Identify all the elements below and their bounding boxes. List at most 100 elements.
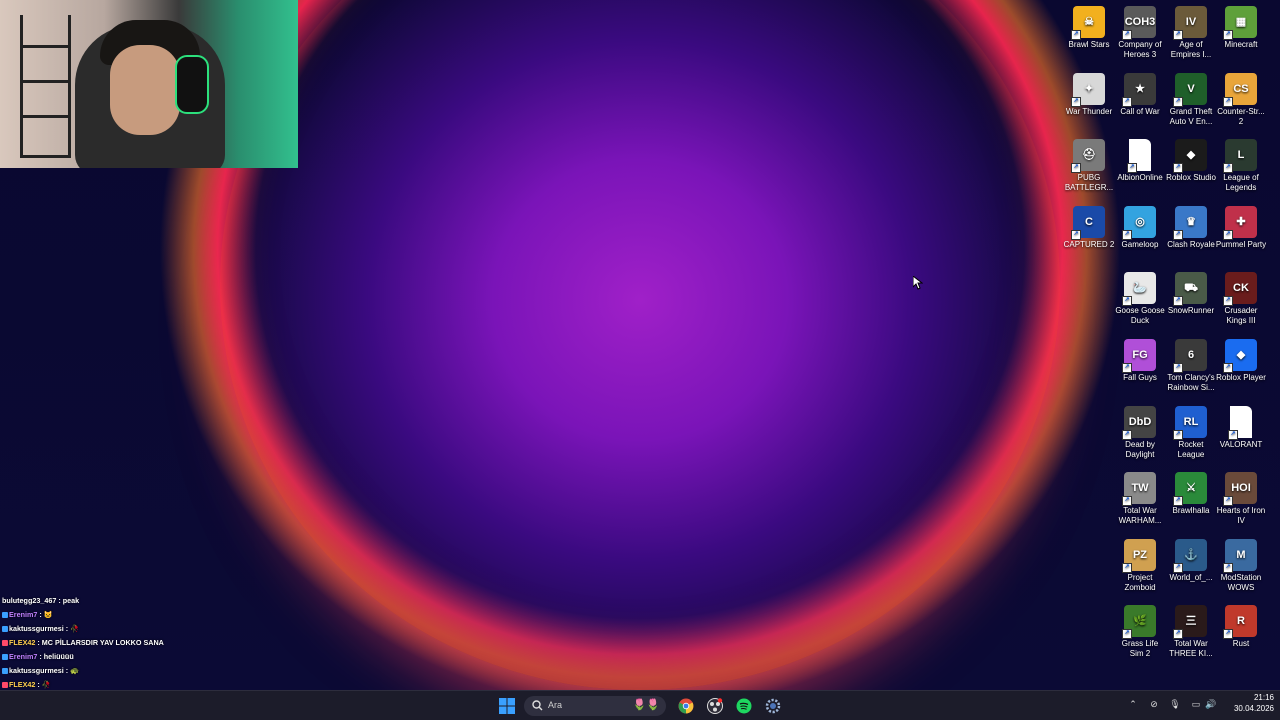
- app-icon: ♛ ↗: [1173, 205, 1207, 240]
- desktop-icon-label: Crusader Kings III: [1224, 306, 1258, 326]
- desktop-icon-pubg-battlegr[interactable]: ⛑ ↗ PUBG BATTLEGR...: [1063, 135, 1115, 193]
- spotify-icon: [736, 698, 752, 714]
- desktop-icon-grand-theft-auto-v-en[interactable]: V ↗ Grand Theft Auto V En...: [1165, 69, 1217, 127]
- chevron-up-icon[interactable]: ⌃: [1127, 698, 1139, 710]
- chat-username: bulutegg23_467: [2, 596, 57, 605]
- desktop-icon-total-war-three-ki[interactable]: 三 ↗ Total War THREE KI...: [1165, 601, 1217, 659]
- desktop-icon-league-of-legends[interactable]: L ↗ League of Legends: [1215, 135, 1267, 193]
- desktop-icon-label: Roblox Player: [1216, 373, 1266, 382]
- desktop-icon-world-of[interactable]: ⚓ ↗ World_of_...: [1165, 535, 1217, 583]
- desktop-icon-company-of-heroes-3[interactable]: COH3 ↗ Company of Heroes 3: [1114, 2, 1166, 60]
- microphone-icon[interactable]: 🎙: [1169, 698, 1181, 710]
- desktop-icon-label: Total War WARHAM...: [1118, 506, 1162, 526]
- clock-time: 21:16: [1253, 693, 1274, 702]
- chat-message: kaktussgurmesi : 🐢: [2, 664, 242, 678]
- desktop-icon-valorant[interactable]: ↗ VALORANT: [1215, 402, 1267, 450]
- tray-app-icon[interactable]: ⊘: [1148, 698, 1160, 710]
- chat-username: FLEX42: [9, 638, 36, 647]
- desktop-icon-modstation-wows[interactable]: M ↗ ModStation WOWS: [1215, 535, 1267, 593]
- search-highlight-icon: 🌷🌷: [632, 699, 660, 711]
- app-icon: 🌿 ↗: [1122, 605, 1156, 640]
- app-icon: ⚔ ↗: [1173, 472, 1207, 507]
- chat-username: kaktussgurmesi: [9, 666, 64, 675]
- desktop-icon-snowrunner[interactable]: ⛟ ↗ SnowRunner: [1165, 268, 1217, 316]
- desktop-icon-roblox-player[interactable]: ◆ ↗ Roblox Player: [1215, 335, 1267, 383]
- search-icon: [532, 700, 543, 711]
- app-icon: V ↗: [1173, 72, 1207, 107]
- desktop-icon-grass-life-sim-2[interactable]: 🌿 ↗ Grass Life Sim 2: [1114, 601, 1166, 659]
- chrome-taskbar-button[interactable]: [676, 696, 696, 716]
- shortcut-arrow-icon: ↗: [1071, 163, 1081, 174]
- desktop-icon-call-of-war[interactable]: ★ ↗ Call of War: [1114, 69, 1166, 117]
- shortcut-arrow-icon: ↗: [1173, 429, 1183, 440]
- desktop-icon-rocket-league[interactable]: RL ↗ Rocket League: [1165, 402, 1217, 460]
- app-icon: ✦ ↗: [1071, 72, 1105, 107]
- desktop-icon-project-zomboid[interactable]: PZ ↗ Project Zomboid: [1114, 535, 1166, 593]
- app-icon: PZ ↗: [1122, 538, 1156, 573]
- app-icon: HOI ↗: [1223, 472, 1257, 507]
- desktop-icon-war-thunder[interactable]: ✦ ↗ War Thunder: [1063, 69, 1115, 117]
- desktop-icon-clash-royale[interactable]: ♛ ↗ Clash Royale: [1165, 202, 1217, 250]
- network-icon[interactable]: ▭: [1190, 698, 1202, 710]
- app-icon: ⛑ ↗: [1071, 139, 1105, 174]
- app-icon: CK ↗: [1223, 272, 1257, 307]
- shortcut-arrow-icon: ↗: [1173, 296, 1183, 307]
- settings-taskbar-button[interactable]: [763, 696, 783, 716]
- desktop-icon-pummel-party[interactable]: ✚ ↗ Pummel Party: [1215, 202, 1267, 250]
- app-icon: ◎ ↗: [1122, 205, 1156, 240]
- app-icon: ★ ↗: [1122, 72, 1156, 107]
- desktop-icon-label: Project Zomboid: [1124, 572, 1156, 592]
- desktop-icon-label: Goose Goose Duck: [1115, 306, 1165, 326]
- desktop-icon-label: Brawl Stars: [1068, 40, 1110, 49]
- volume-icon[interactable]: 🔊: [1205, 698, 1217, 710]
- desktop-icon-counter-str-2[interactable]: CS ↗ Counter-Str... 2: [1215, 69, 1267, 127]
- chat-badge-icon: [2, 668, 8, 675]
- app-icon: FG ↗: [1122, 339, 1156, 373]
- webcam-face: [110, 45, 180, 135]
- desktop-icon-label: Grass Life Sim 2: [1121, 639, 1159, 659]
- desktop-icon-crusader-kings-iii[interactable]: CK ↗ Crusader Kings III: [1215, 268, 1267, 326]
- obs-taskbar-button[interactable]: [705, 696, 725, 716]
- shortcut-arrow-icon: ↗: [1122, 629, 1132, 640]
- desktop-icon-brawlhalla[interactable]: ⚔ ↗ Brawlhalla: [1165, 468, 1217, 516]
- desktop-icon-dead-by-daylight[interactable]: DbD ↗ Dead by Daylight: [1114, 402, 1166, 460]
- chrome-icon: [678, 698, 694, 714]
- desktop-icon-total-war-warham[interactable]: TW ↗ Total War WARHAM...: [1114, 468, 1166, 526]
- desktop-icon-label: Hearts of Iron IV: [1216, 506, 1266, 526]
- app-icon: ✚ ↗: [1223, 205, 1257, 240]
- shortcut-arrow-icon: ↗: [1122, 496, 1132, 507]
- start-button[interactable]: [497, 696, 517, 716]
- desktop-icon-albiononline[interactable]: ↗ AlbionOnline: [1114, 135, 1166, 183]
- desktop-icon-minecraft[interactable]: ▦ ↗ Minecraft: [1215, 2, 1267, 50]
- desktop-icon-hearts-of-iron-iv[interactable]: HOI ↗ Hearts of Iron IV: [1215, 468, 1267, 526]
- desktop-icon-age-of-empires-i[interactable]: IV ↗ Age of Empires I...: [1165, 2, 1217, 60]
- desktop-icon-goose-goose-duck[interactable]: 🦢 ↗ Goose Goose Duck: [1114, 268, 1166, 326]
- app-icon: L ↗: [1223, 139, 1257, 174]
- app-icon: M ↗: [1223, 538, 1257, 573]
- app-icon: ▦ ↗: [1223, 6, 1257, 40]
- shortcut-arrow-icon: ↗: [1173, 629, 1183, 640]
- desktop-icon-label: ModStation WOWS: [1220, 572, 1262, 592]
- desktop-icon-label: Call of War: [1120, 106, 1160, 116]
- taskbar-search[interactable]: Ara 🌷🌷: [524, 696, 666, 716]
- webcam-headset: [175, 55, 209, 114]
- desktop-icon-fall-guys[interactable]: FG ↗ Fall Guys: [1114, 335, 1166, 383]
- spotify-taskbar-button[interactable]: [734, 696, 754, 716]
- taskbar-clock[interactable]: 21:16 30.04.2026: [1224, 692, 1274, 714]
- desktop-icon-brawl-stars[interactable]: ☠ ↗ Brawl Stars: [1063, 2, 1115, 50]
- desktop-icon-rust[interactable]: R ↗ Rust: [1215, 601, 1267, 649]
- desktop-icon-label: Fall Guys: [1123, 373, 1157, 382]
- desktop-icon-gameloop[interactable]: ◎ ↗ Gameloop: [1114, 202, 1166, 250]
- desktop-icon-captured-2[interactable]: C ↗ CAPTURED 2: [1063, 202, 1115, 250]
- app-icon: ⚓ ↗: [1173, 538, 1207, 573]
- shortcut-arrow-icon: ↗: [1122, 363, 1132, 373]
- app-icon: 三 ↗: [1173, 605, 1207, 640]
- desktop-icon-tom-clancy-s-rainbow-si[interactable]: 6 ↗ Tom Clancy's Rainbow Si...: [1165, 335, 1217, 393]
- desktop-icon-roblox-studio[interactable]: ◆ ↗ Roblox Studio: [1165, 135, 1217, 183]
- shortcut-arrow-icon: ↗: [1223, 629, 1233, 640]
- shortcut-arrow-icon: ↗: [1122, 229, 1132, 240]
- shortcut-arrow-icon: ↗: [1223, 163, 1233, 174]
- app-icon: 6 ↗: [1173, 339, 1207, 373]
- shortcut-arrow-icon: ↗: [1122, 296, 1132, 307]
- search-placeholder: Ara: [548, 700, 563, 710]
